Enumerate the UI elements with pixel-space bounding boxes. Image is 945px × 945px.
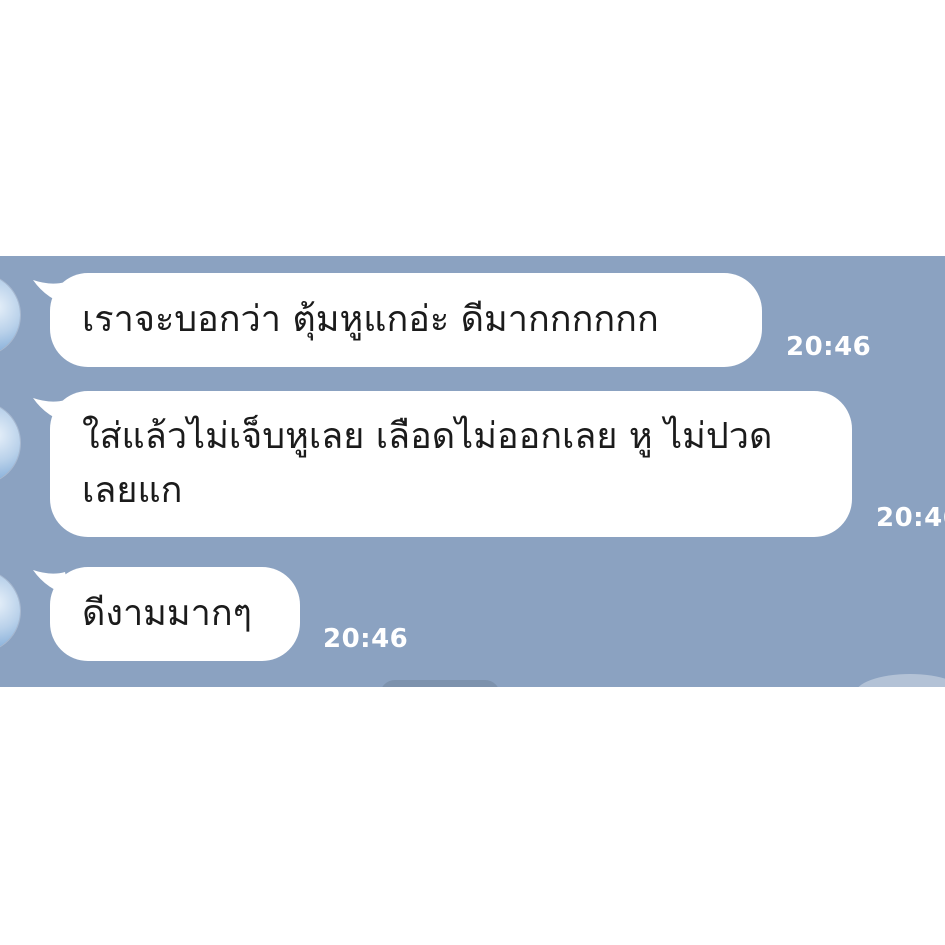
message-timestamp: 20:46	[876, 503, 945, 533]
message-text: ดีงามมากๆ	[82, 593, 252, 634]
message-bubble[interactable]: ใส่แล้วไม่เจ็บหูเลย เลือดไม่ออกเลย หู ไม…	[50, 391, 852, 537]
sender-avatar[interactable]	[0, 274, 20, 356]
message-bubble[interactable]: ดีงามมากๆ	[50, 567, 300, 661]
message-text: เราจะบอกว่า ตุ้มหูแกอ่ะ ดีมากกกกกก	[82, 299, 659, 340]
message-text: ใส่แล้วไม่เจ็บหูเลย เลือดไม่ออกเลย หู ไม…	[82, 416, 773, 511]
scroll-indicator[interactable]	[380, 680, 500, 687]
sender-avatar[interactable]	[0, 402, 20, 484]
sender-avatar[interactable]	[0, 570, 20, 652]
background-cloud	[855, 674, 945, 687]
message-timestamp: 20:46	[323, 624, 409, 654]
message-bubble[interactable]: เราจะบอกว่า ตุ้มหูแกอ่ะ ดีมากกกกกก	[50, 273, 762, 367]
chat-message-area: เราจะบอกว่า ตุ้มหูแกอ่ะ ดีมากกกกกก 20:46…	[0, 256, 945, 687]
message-timestamp: 20:46	[786, 332, 872, 362]
